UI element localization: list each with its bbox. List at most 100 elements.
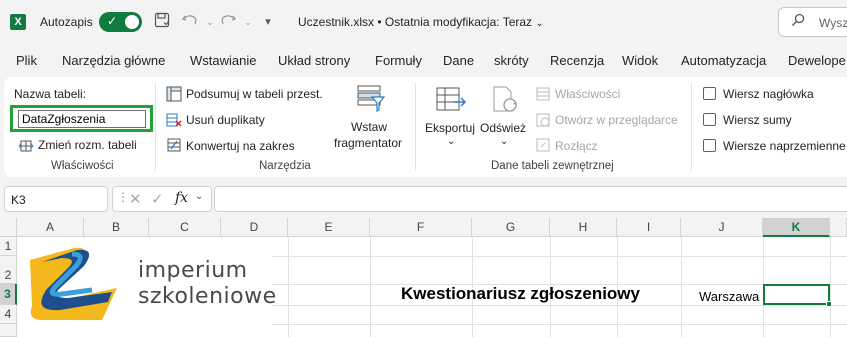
open-in-browser-button[interactable]: Otwórz w przeglądarce: [555, 113, 678, 127]
save-icon[interactable]: [152, 12, 172, 32]
tab-plik[interactable]: Plik: [16, 53, 37, 68]
formula-controls: ⋮ ✕ ✓ fx ⌄: [112, 186, 212, 212]
table-name-highlight: [10, 105, 153, 132]
search-placeholder: Wysz: [819, 16, 847, 30]
slicer-icon: [356, 83, 386, 113]
pivot-table-icon: [166, 86, 182, 102]
search-icon: [791, 13, 805, 30]
tab-deweloper[interactable]: Dewelope: [788, 53, 846, 68]
logo-mark-icon: [30, 247, 117, 320]
insert-function-icon[interactable]: fx: [175, 190, 188, 206]
total-row-checkbox[interactable]: [703, 113, 716, 126]
select-all-corner[interactable]: [0, 218, 17, 237]
company-logo[interactable]: imperium szkoleniowe: [18, 238, 276, 337]
remove-duplicates-icon: [166, 112, 182, 128]
column-header-j[interactable]: J: [681, 218, 763, 237]
column-header-b[interactable]: B: [84, 218, 149, 237]
search-box[interactable]: Wysz: [778, 7, 847, 37]
column-header-l[interactable]: [830, 218, 847, 237]
row-header-5[interactable]: [0, 324, 17, 337]
name-box[interactable]: K3 ⌄: [4, 186, 108, 212]
header-row-label: Wiersz nagłówka: [723, 87, 814, 101]
enter-check-icon[interactable]: ✓: [151, 190, 164, 208]
header-row-checkbox[interactable]: [703, 87, 716, 100]
gridline: [830, 237, 831, 337]
logo-text-line2: szkoleniowe: [138, 284, 277, 309]
autosave-label: Autozapis: [40, 15, 93, 29]
column-header-i[interactable]: I: [617, 218, 681, 237]
group-label-external: Dane tabeli zewnętrznej: [491, 160, 614, 172]
export-dropdown-icon[interactable]: ⌄: [447, 136, 455, 147]
insert-slicer-label-2[interactable]: fragmentator: [334, 136, 402, 150]
formula-bar: K3 ⌄ ⋮ ✕ ✓ fx ⌄: [0, 185, 847, 213]
redo-dropdown-icon[interactable]: ⌄: [238, 12, 258, 32]
tab-skroty[interactable]: skróty: [494, 53, 529, 68]
formula-input[interactable]: [214, 186, 847, 212]
selected-cell-k3[interactable]: [763, 284, 832, 307]
convert-range-icon: [166, 137, 182, 153]
external-properties-button[interactable]: Właściwości: [555, 87, 620, 101]
redo-icon[interactable]: [218, 12, 238, 32]
file-title[interactable]: Uczestnik.xlsx • Ostatnia modyfikacja: T…: [298, 15, 544, 29]
undo-dropdown-icon[interactable]: ⌄: [200, 12, 220, 32]
customize-toolbar-icon[interactable]: ▾: [258, 12, 278, 32]
total-row-label: Wiersz sumy: [723, 113, 792, 127]
banded-rows-checkbox[interactable]: [703, 139, 716, 152]
tab-formuly[interactable]: Formuły: [375, 53, 422, 68]
tab-uklad-strony[interactable]: Układ strony: [278, 53, 350, 68]
column-header-e[interactable]: E: [288, 218, 370, 237]
insert-slicer-label-1[interactable]: Wstaw: [351, 120, 387, 134]
gridline: [681, 237, 682, 337]
remove-duplicates-button[interactable]: Usuń duplikaty: [186, 113, 265, 127]
column-header-d[interactable]: D: [221, 218, 288, 237]
resize-table-button[interactable]: Zmień rozm. tabeli: [38, 138, 137, 152]
ribbon-tabs: Plik Narzędzia główne Wstawianie Układ s…: [0, 50, 847, 74]
column-header-h[interactable]: H: [550, 218, 617, 237]
tab-recenzja[interactable]: Recenzja: [550, 53, 604, 68]
row-header-1[interactable]: 1: [0, 237, 17, 256]
ribbon: Nazwa tabeli: Zmień rozm. tabeli Właściw…: [4, 77, 847, 177]
column-header-a[interactable]: A: [17, 218, 84, 237]
tab-automatyzacja[interactable]: Automatyzacja: [681, 53, 766, 68]
banded-rows-label: Wiersze naprzemienne: [723, 139, 846, 153]
cell-j3[interactable]: Warszawa: [699, 289, 759, 304]
summarize-pivot-button[interactable]: Podsumuj w tabeli przest.: [186, 87, 323, 101]
tab-dane[interactable]: Dane: [443, 53, 474, 68]
logo-text-line1: imperium: [138, 258, 248, 283]
gridline: [288, 237, 289, 337]
chevron-down-icon: ⌄: [11, 191, 20, 202]
toggle-knob: [125, 15, 139, 29]
tab-widok[interactable]: Widok: [622, 53, 658, 68]
table-name-label: Nazwa tabeli:: [14, 87, 87, 101]
table-name-input[interactable]: [18, 110, 146, 128]
column-header-k[interactable]: K: [763, 218, 830, 237]
chevron-down-icon[interactable]: ⌄: [195, 191, 203, 202]
refresh-button[interactable]: Odśwież: [480, 121, 526, 135]
undo-icon[interactable]: [180, 12, 200, 32]
excel-logo-icon: X: [10, 14, 26, 30]
group-divider: [155, 83, 156, 171]
title-bar: X Autozapis ✓ ⌄ ⌄ ▾ Uczestnik.xlsx • Ost…: [0, 0, 847, 44]
convert-to-range-button[interactable]: Konwertuj na zakres: [186, 139, 295, 153]
open-in-browser-icon: [535, 112, 551, 128]
column-header-c[interactable]: C: [149, 218, 221, 237]
unlink-button[interactable]: Rozłącz: [555, 139, 598, 153]
cancel-icon[interactable]: ✕: [129, 190, 142, 208]
group-divider: [691, 83, 692, 171]
sheet-title-cell[interactable]: Kwestionariusz zgłoszeniowy: [401, 284, 640, 304]
group-label-properties: Właściwości: [51, 160, 114, 172]
column-header-g[interactable]: G: [472, 218, 550, 237]
export-button[interactable]: Eksportuj: [425, 121, 475, 135]
group-divider: [415, 83, 416, 171]
tab-narzedzia-glowne[interactable]: Narzędzia główne: [62, 53, 165, 68]
row-header-2[interactable]: 2: [0, 256, 17, 284]
more-options-icon: ⋮: [117, 190, 129, 204]
fill-handle[interactable]: [826, 301, 832, 307]
unlink-icon: [535, 137, 551, 153]
row-header-3[interactable]: 3: [0, 284, 17, 305]
refresh-dropdown-icon[interactable]: ⌄: [500, 136, 508, 147]
tab-wstawianie[interactable]: Wstawianie: [190, 53, 256, 68]
autosave-toggle[interactable]: ✓: [99, 12, 142, 32]
column-header-f[interactable]: F: [370, 218, 472, 237]
row-header-4[interactable]: 4: [0, 305, 17, 324]
